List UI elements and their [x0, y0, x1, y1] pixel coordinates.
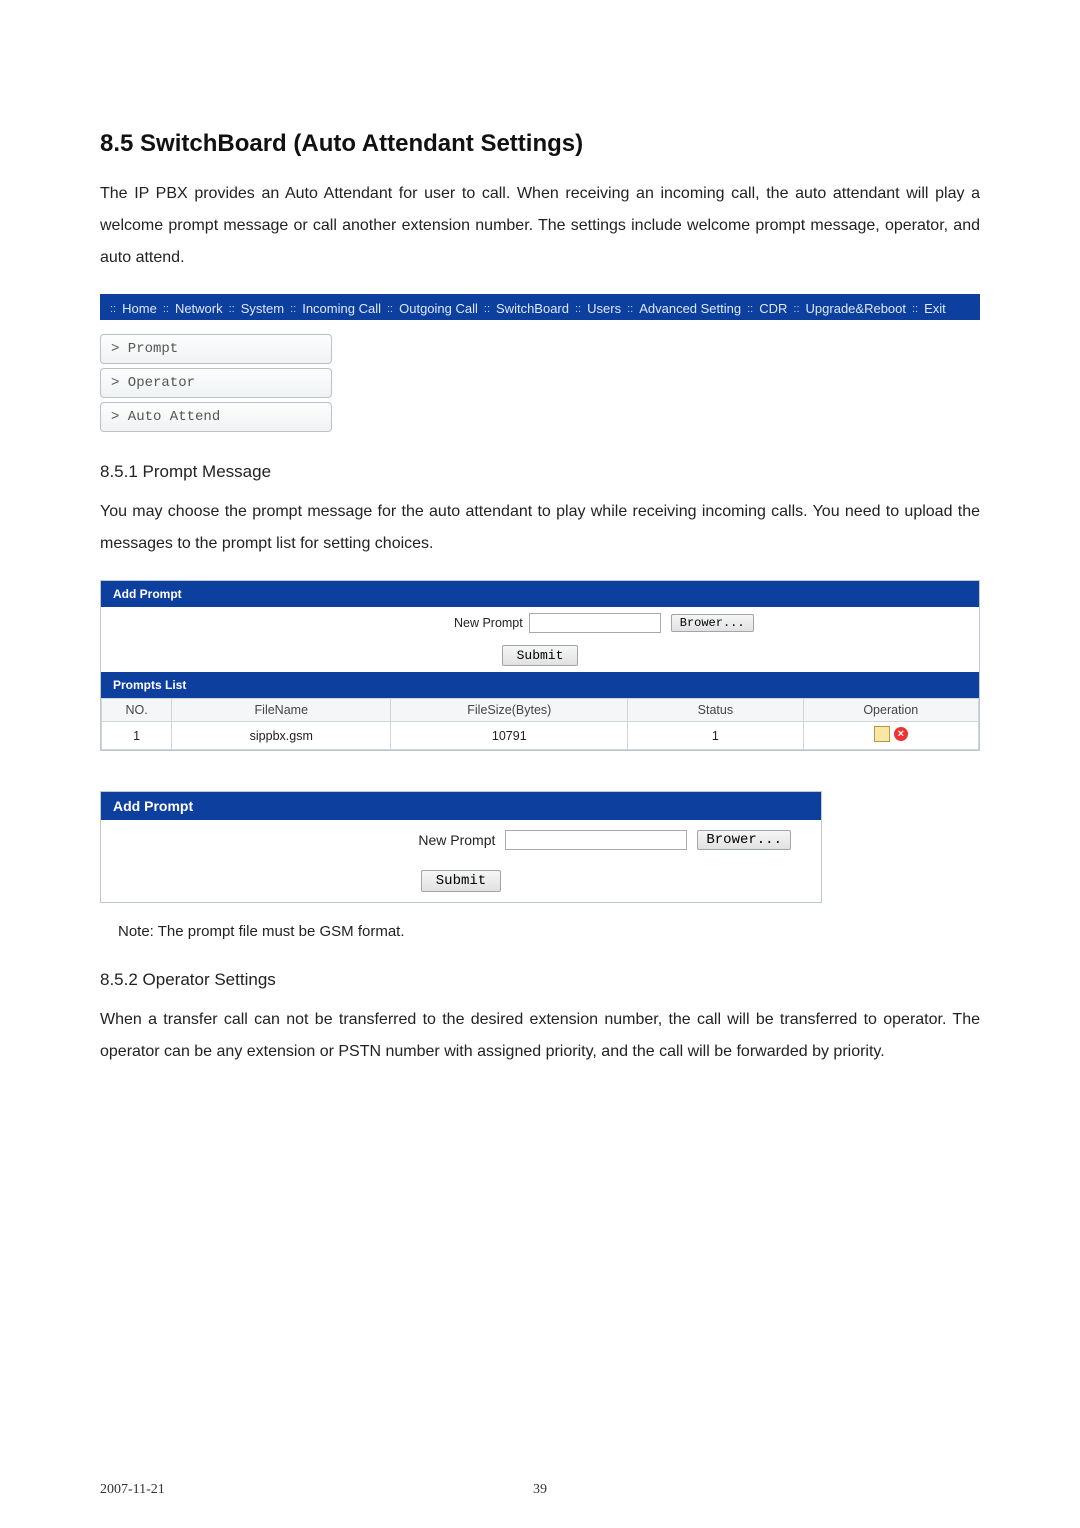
- col-filename: FileName: [172, 699, 391, 722]
- section-8-5-text: The IP PBX provides an Auto Attendant fo…: [100, 178, 980, 274]
- add-prompt-panel-zoom: Add Prompt New Prompt Brower... Submit: [100, 791, 822, 903]
- cell-filesize: 10791: [391, 722, 628, 750]
- col-operation: Operation: [803, 699, 978, 722]
- side-item-auto-attend[interactable]: > Auto Attend: [100, 402, 332, 432]
- cell-no: 1: [102, 722, 172, 750]
- new-prompt-input[interactable]: [529, 613, 661, 633]
- section-8-5-2-text: When a transfer call can not be transfer…: [100, 1004, 980, 1068]
- footer-date: 2007-11-21: [100, 1482, 165, 1498]
- col-filesize: FileSize(Bytes): [391, 699, 628, 722]
- nav-home[interactable]: Home: [122, 301, 157, 316]
- edit-icon[interactable]: [874, 726, 890, 742]
- nav-incoming-call[interactable]: Incoming Call: [302, 301, 381, 316]
- nav-separator-icon: ::: [385, 303, 395, 315]
- nav-users[interactable]: Users: [587, 301, 621, 316]
- nav-exit[interactable]: Exit: [924, 301, 946, 316]
- switchboard-side-menu: > Prompt > Operator > Auto Attend: [100, 334, 980, 432]
- nav-separator-icon: ::: [227, 303, 237, 315]
- nav-separator-icon: ::: [482, 303, 492, 315]
- section-8-5-title: 8.5 SwitchBoard (Auto Attendant Settings…: [100, 130, 980, 158]
- nav-separator-icon: ::: [625, 303, 635, 315]
- side-item-operator[interactable]: > Operator: [100, 368, 332, 398]
- browse-button[interactable]: Brower...: [671, 614, 754, 632]
- prompts-list-table: NO. FileName FileSize(Bytes) Status Oper…: [101, 698, 979, 750]
- nav-separator-icon: ::: [745, 303, 755, 315]
- col-status: Status: [628, 699, 803, 722]
- footer-page-number: 39: [533, 1482, 547, 1498]
- table-row: 1 sippbx.gsm 10791 1 ×: [102, 722, 979, 750]
- nav-system[interactable]: System: [241, 301, 284, 316]
- nav-network[interactable]: Network: [175, 301, 223, 316]
- nav-switchboard[interactable]: SwitchBoard: [496, 301, 569, 316]
- page-footer: 2007-11-21 39: [100, 1482, 980, 1498]
- side-item-prompt[interactable]: > Prompt: [100, 334, 332, 364]
- delete-icon[interactable]: ×: [894, 727, 908, 741]
- nav-separator-icon: ::: [910, 303, 920, 315]
- nav-separator-icon: ::: [161, 303, 171, 315]
- prompts-list-header: Prompts List: [101, 672, 979, 698]
- nav-separator-icon: ::: [573, 303, 583, 315]
- add-prompt-header: Add Prompt: [101, 581, 979, 607]
- new-prompt-input-2[interactable]: [505, 830, 687, 850]
- new-prompt-label-2: New Prompt: [418, 832, 495, 848]
- col-no: NO.: [102, 699, 172, 722]
- nav-separator-icon: ::: [108, 303, 118, 315]
- nav-outgoing-call[interactable]: Outgoing Call: [399, 301, 478, 316]
- section-8-5-1-text: You may choose the prompt message for th…: [100, 496, 980, 560]
- nav-cdr[interactable]: CDR: [759, 301, 787, 316]
- nav-advanced-setting[interactable]: Advanced Setting: [639, 301, 741, 316]
- nav-upgrade-reboot[interactable]: Upgrade&Reboot: [806, 301, 906, 316]
- section-8-5-2-title: 8.5.2 Operator Settings: [100, 970, 980, 990]
- submit-button[interactable]: Submit: [502, 645, 579, 666]
- gsm-format-note: Note: The prompt file must be GSM format…: [118, 923, 980, 940]
- add-prompt-header-2: Add Prompt: [101, 792, 821, 820]
- section-8-5-1-title: 8.5.1 Prompt Message: [100, 462, 980, 482]
- cell-operation: ×: [803, 722, 978, 750]
- add-prompt-panel: Add Prompt New Prompt Brower... Submit P…: [100, 580, 980, 751]
- cell-status: 1: [628, 722, 803, 750]
- top-nav-bar: :: Home :: Network :: System :: Incoming…: [100, 294, 980, 320]
- submit-button-2[interactable]: Submit: [421, 870, 501, 892]
- browse-button-2[interactable]: Brower...: [697, 830, 791, 850]
- new-prompt-label: New Prompt: [109, 616, 529, 630]
- nav-separator-icon: ::: [791, 303, 801, 315]
- nav-separator-icon: ::: [288, 303, 298, 315]
- cell-filename: sippbx.gsm: [172, 722, 391, 750]
